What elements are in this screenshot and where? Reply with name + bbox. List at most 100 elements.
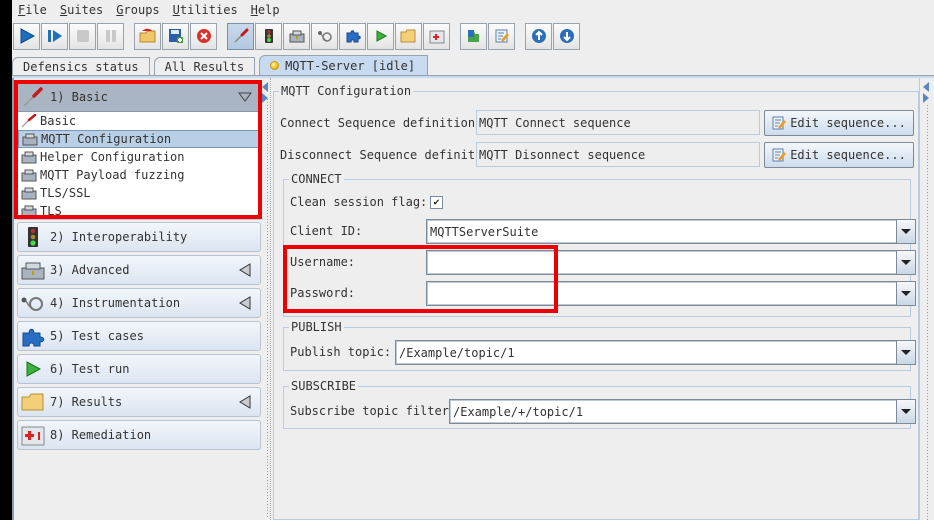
plugins-button[interactable] [460, 22, 487, 50]
advanced-button[interactable] [283, 22, 310, 50]
subscribe-filter-dropdown-button[interactable] [896, 400, 915, 423]
sidebar-group-test-cases[interactable]: 5) Test cases [17, 321, 261, 351]
stethoscope-icon [20, 291, 46, 315]
sidebar-group-instrumentation[interactable]: 4) Instrumentation [17, 288, 261, 318]
sidebar-item-label: Basic [40, 114, 77, 128]
subscribe-filter-combobox[interactable]: /Example/+/topic/1 [449, 399, 916, 424]
close-icon [196, 29, 211, 43]
edit-disconnect-sequence-button[interactable]: Edit sequence... [764, 142, 914, 168]
basic-button[interactable] [227, 22, 254, 50]
move-up-button[interactable] [525, 22, 552, 50]
menu-help-mnemonic: H [250, 3, 258, 17]
chevron-down-icon [901, 350, 911, 355]
expand-triangle-icon[interactable] [238, 296, 252, 310]
subscribe-section-title: SUBSCRIBE [289, 379, 359, 393]
sidebar-group-results[interactable]: 7) Results [17, 387, 261, 417]
menu-file[interactable]: File [18, 3, 47, 17]
password-input[interactable] [427, 282, 896, 305]
sidebar-item-tls[interactable]: TLS [18, 202, 260, 220]
sidebar-item-label: TLS [40, 204, 62, 218]
pause-button[interactable] [97, 22, 124, 50]
tab-all-results[interactable]: All Results [153, 57, 256, 75]
client-id-label: Client ID: [290, 224, 363, 238]
sidebar-item-mqtt-payload-fuzzing[interactable]: MQTT Payload fuzzing [18, 166, 260, 184]
subscribe-filter-input[interactable]: /Example/+/topic/1 [450, 400, 896, 423]
test-run-button[interactable] [367, 22, 394, 50]
menu-help-label: elp [257, 3, 280, 17]
edit-connect-sequence-button[interactable]: Edit sequence... [764, 110, 914, 136]
stop-button[interactable] [69, 22, 96, 50]
subscribe-filter-label: Subscribe topic filter: [290, 404, 457, 418]
sidebar-group-test-run[interactable]: 6) Test run [17, 354, 261, 384]
menu-file-label: ile [25, 3, 47, 17]
publish-topic-combobox[interactable]: /Example/topic/1 [395, 340, 916, 365]
collapse-left-icon[interactable] [923, 82, 929, 92]
collapse-left-icon[interactable] [262, 82, 268, 92]
sidebar-item-tls-ssl[interactable]: TLS/SSL [18, 184, 260, 202]
puzzle-icon [20, 324, 46, 348]
publish-topic-dropdown-button[interactable] [896, 341, 915, 364]
sidebar-group-basic[interactable]: 1) Basic [17, 82, 261, 112]
username-input[interactable] [427, 251, 896, 274]
screwdriver-icon [20, 113, 38, 129]
sidebar-item-helper-configuration[interactable]: Helper Configuration [18, 148, 260, 166]
save-button[interactable] [162, 22, 189, 50]
disconnect-sequence-field: MQTT Disonnect sequence [476, 142, 760, 167]
toolbar [12, 22, 581, 50]
green-play-icon [20, 357, 46, 381]
interoperability-button[interactable] [255, 22, 282, 50]
client-id-combobox[interactable]: MQTTServerSuite [426, 219, 916, 244]
sidebar-item-label: TLS/SSL [40, 186, 91, 200]
expand-triangle-icon[interactable] [238, 395, 252, 409]
splitter-grip [266, 98, 268, 518]
sidebar-group-advanced[interactable]: 3) Advanced [17, 255, 261, 285]
sidebar-item-mqtt-configuration[interactable]: MQTT Configuration [18, 130, 260, 148]
clean-session-label: Clean session flag: [290, 195, 428, 209]
collapse-triangle-icon[interactable] [238, 92, 252, 102]
publish-topic-input[interactable]: /Example/topic/1 [396, 341, 896, 364]
edit-button[interactable] [488, 22, 515, 50]
connect-sequence-label: Connect Sequence definition: [280, 116, 483, 130]
sidebar-group-remediation[interactable]: 8) Remediation [17, 420, 261, 450]
menu-suites[interactable]: Suites [60, 3, 103, 17]
instrumentation-button[interactable] [311, 22, 338, 50]
results-button[interactable] [395, 22, 422, 50]
publish-topic-label: Publish topic: [290, 345, 392, 359]
step-run-button[interactable] [41, 22, 68, 50]
right-splitter[interactable] [919, 78, 934, 520]
move-down-button[interactable] [553, 22, 580, 50]
clean-session-checkbox[interactable]: ✔ [430, 196, 443, 209]
menu-groups[interactable]: Groups [116, 3, 159, 17]
sidebar-item-label: MQTT Configuration [41, 132, 172, 146]
menu-groups-label: roups [123, 3, 160, 17]
password-combobox[interactable] [426, 281, 916, 306]
menu-help[interactable]: Help [251, 3, 280, 17]
menu-utilities[interactable]: Utilities [173, 3, 238, 17]
password-dropdown-button[interactable] [896, 282, 915, 305]
client-id-input[interactable]: MQTTServerSuite [427, 220, 896, 243]
tab-defensics-status[interactable]: Defensics status [12, 57, 150, 75]
toolbox-icon [20, 258, 46, 282]
username-combobox[interactable] [426, 250, 916, 275]
test-cases-button[interactable] [339, 22, 366, 50]
sidebar-splitter[interactable] [261, 78, 271, 520]
client-id-dropdown-button[interactable] [896, 220, 915, 243]
username-dropdown-button[interactable] [896, 251, 915, 274]
open-button[interactable] [134, 22, 161, 50]
sidebar-item-basic[interactable]: Basic [18, 112, 260, 130]
defensics-window: File Suites Groups Utilities Help Defens… [12, 0, 934, 520]
expand-triangle-icon[interactable] [238, 263, 252, 277]
sidebar-group-interoperability[interactable]: 2) Interoperability [17, 222, 261, 252]
sidebar-group-label: 7) Results [50, 395, 123, 409]
arrow-up-icon [531, 29, 546, 43]
start-run-button[interactable] [13, 22, 40, 50]
folder-icon [20, 390, 46, 414]
tab-mqtt-server[interactable]: MQTT-Server [idle] [259, 55, 429, 75]
remediation-button[interactable] [423, 22, 450, 50]
edit-sequence-label: Edit sequence... [790, 148, 906, 162]
close-button[interactable] [190, 22, 217, 50]
arrow-down-icon [559, 29, 574, 43]
tab-label: MQTT-Server [idle] [285, 58, 416, 73]
save-icon [168, 29, 183, 43]
expand-right-icon[interactable] [923, 93, 929, 103]
